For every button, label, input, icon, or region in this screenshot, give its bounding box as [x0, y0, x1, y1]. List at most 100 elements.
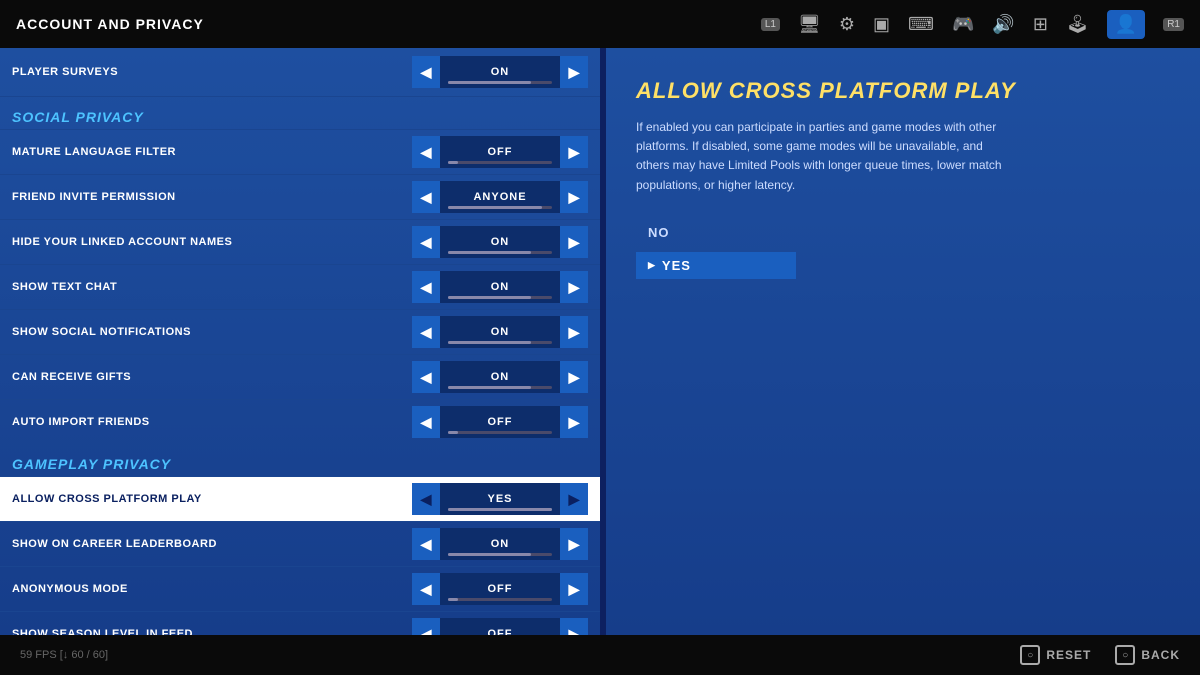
- allow-cross-platform-control[interactable]: ◀ YES ▶: [412, 483, 588, 515]
- show-social-left[interactable]: ◀: [412, 316, 440, 348]
- monitor-icon[interactable]: 🖥: [798, 14, 821, 35]
- show-social-notifications-label: SHOW SOCIAL NOTIFICATIONS: [12, 326, 412, 338]
- show-social-notifications-control[interactable]: ◀ ON ▶: [412, 316, 588, 348]
- show-text-chat-value-box: ON: [440, 271, 560, 303]
- hide-linked-accounts-row[interactable]: HIDE YOUR LINKED ACCOUNT NAMES ◀ ON ▶: [0, 219, 600, 264]
- show-social-right[interactable]: ▶: [560, 316, 588, 348]
- left-panel: PLAYER SURVEYS ◀ ON ▶ SOCIAL PRIVACY MAT…: [0, 48, 600, 635]
- player-surveys-row[interactable]: PLAYER SURVEYS ◀ ON ▶: [0, 48, 600, 97]
- r1-badge: R1: [1163, 18, 1184, 31]
- can-receive-gifts-right[interactable]: ▶: [560, 361, 588, 393]
- controller-icon[interactable]: 🎮: [952, 14, 974, 35]
- display-icon[interactable]: ▣: [873, 14, 890, 35]
- show-social-notifications-row[interactable]: SHOW SOCIAL NOTIFICATIONS ◀ ON ▶: [0, 309, 600, 354]
- anonymous-mode-row[interactable]: ANONYMOUS MODE ◀ OFF ▶: [0, 566, 600, 611]
- player-surveys-right-arrow[interactable]: ▶: [560, 56, 588, 88]
- back-icon: ○: [1115, 645, 1135, 665]
- audio-icon[interactable]: 🔊: [992, 14, 1014, 35]
- mature-language-right[interactable]: ▶: [560, 136, 588, 168]
- mature-language-filter-label: MATURE LANGUAGE FILTER: [12, 146, 412, 158]
- mature-language-value: OFF: [488, 146, 513, 158]
- gamepad-icon[interactable]: 🕹: [1066, 14, 1089, 35]
- can-receive-gifts-left[interactable]: ◀: [412, 361, 440, 393]
- show-text-chat-row[interactable]: SHOW TEXT CHAT ◀ ON ▶: [0, 264, 600, 309]
- account-icon[interactable]: 👤: [1107, 10, 1145, 39]
- hide-linked-accounts-control[interactable]: ◀ ON ▶: [412, 226, 588, 258]
- show-season-left[interactable]: ◀: [412, 618, 440, 635]
- allow-cross-right[interactable]: ▶: [560, 483, 588, 515]
- auto-import-value-box: OFF: [440, 406, 560, 438]
- can-receive-gifts-row[interactable]: CAN RECEIVE GIFTS ◀ ON ▶: [0, 354, 600, 399]
- mature-language-left[interactable]: ◀: [412, 136, 440, 168]
- show-text-chat-left[interactable]: ◀: [412, 271, 440, 303]
- auto-import-friends-row[interactable]: AUTO IMPORT FRIENDS ◀ OFF ▶: [0, 399, 600, 444]
- allow-cross-value-box: YES: [440, 483, 560, 515]
- detail-option-no[interactable]: NO: [636, 219, 796, 246]
- allow-cross-platform-play-row[interactable]: ALLOW CROSS PLATFORM PLAY ◀ YES ▶: [0, 476, 600, 521]
- auto-import-right[interactable]: ▶: [560, 406, 588, 438]
- show-career-right[interactable]: ▶: [560, 528, 588, 560]
- mature-language-filter-control[interactable]: ◀ OFF ▶: [412, 136, 588, 168]
- show-career-leaderboard-row[interactable]: SHOW ON CAREER LEADERBOARD ◀ ON ▶: [0, 521, 600, 566]
- mature-language-value-box: OFF: [440, 136, 560, 168]
- allow-cross-platform-play-label: ALLOW CROSS PLATFORM PLAY: [12, 493, 412, 505]
- anonymous-right[interactable]: ▶: [560, 573, 588, 605]
- anonymous-mode-control[interactable]: ◀ OFF ▶: [412, 573, 588, 605]
- show-career-control[interactable]: ◀ ON ▶: [412, 528, 588, 560]
- allow-cross-value: YES: [487, 493, 512, 505]
- l1-badge: L1: [761, 18, 780, 31]
- detail-option-yes[interactable]: YES: [636, 252, 796, 279]
- show-season-control[interactable]: ◀ OFF ▶: [412, 618, 588, 635]
- anonymous-mode-label: ANONYMOUS MODE: [12, 583, 412, 595]
- reset-action[interactable]: ○ RESET: [1020, 645, 1091, 665]
- show-season-value-box: OFF: [440, 618, 560, 635]
- show-social-value: ON: [491, 326, 510, 338]
- hide-linked-left[interactable]: ◀: [412, 226, 440, 258]
- player-surveys-value: ON: [491, 66, 510, 78]
- auto-import-friends-control[interactable]: ◀ OFF ▶: [412, 406, 588, 438]
- fps-info: 59 FPS [↓ 60 / 60]: [20, 649, 1020, 661]
- page-title: ACCOUNT AND PRIVACY: [16, 16, 741, 32]
- friend-invite-permission-control[interactable]: ◀ ANYONE ▶: [412, 181, 588, 213]
- auto-import-value: OFF: [488, 416, 513, 428]
- detail-options: NO YES: [636, 219, 796, 279]
- hide-linked-right[interactable]: ▶: [560, 226, 588, 258]
- friend-invite-right[interactable]: ▶: [560, 181, 588, 213]
- can-receive-gifts-value: ON: [491, 371, 510, 383]
- show-season-level-row[interactable]: SHOW SEASON LEVEL IN FEED ◀ OFF ▶: [0, 611, 600, 635]
- show-text-chat-right[interactable]: ▶: [560, 271, 588, 303]
- bottom-actions: ○ RESET ○ BACK: [1020, 645, 1180, 665]
- can-receive-gifts-control[interactable]: ◀ ON ▶: [412, 361, 588, 393]
- bottom-bar: 59 FPS [↓ 60 / 60] ○ RESET ○ BACK: [0, 635, 1200, 675]
- auto-import-left[interactable]: ◀: [412, 406, 440, 438]
- show-career-leaderboard-label: SHOW ON CAREER LEADERBOARD: [12, 538, 412, 550]
- back-action[interactable]: ○ BACK: [1115, 645, 1180, 665]
- show-season-level-label: SHOW SEASON LEVEL IN FEED: [12, 628, 412, 635]
- can-receive-gifts-value-box: ON: [440, 361, 560, 393]
- settings-icon[interactable]: ⚙: [839, 14, 855, 35]
- anonymous-value: OFF: [488, 583, 513, 595]
- mature-language-filter-row[interactable]: MATURE LANGUAGE FILTER ◀ OFF ▶: [0, 129, 600, 174]
- anonymous-left[interactable]: ◀: [412, 573, 440, 605]
- network-icon[interactable]: ⊞: [1033, 14, 1048, 35]
- anonymous-value-box: OFF: [440, 573, 560, 605]
- show-career-left[interactable]: ◀: [412, 528, 440, 560]
- detail-description: If enabled you can participate in partie…: [636, 118, 1016, 195]
- show-text-chat-control[interactable]: ◀ ON ▶: [412, 271, 588, 303]
- detail-title: ALLOW CROSS PLATFORM PLAY: [636, 78, 1170, 104]
- hide-linked-value: ON: [491, 236, 510, 248]
- player-surveys-label: PLAYER SURVEYS: [12, 66, 412, 78]
- friend-invite-value-box: ANYONE: [440, 181, 560, 213]
- show-season-right[interactable]: ▶: [560, 618, 588, 635]
- show-career-value: ON: [491, 538, 510, 550]
- player-surveys-left-arrow[interactable]: ◀: [412, 56, 440, 88]
- show-text-chat-label: SHOW TEXT CHAT: [12, 281, 412, 293]
- keyboard-icon[interactable]: ⌨: [908, 14, 934, 35]
- friend-invite-value: ANYONE: [473, 191, 526, 203]
- friend-invite-permission-row[interactable]: FRIEND INVITE PERMISSION ◀ ANYONE ▶: [0, 174, 600, 219]
- hide-linked-accounts-label: HIDE YOUR LINKED ACCOUNT NAMES: [12, 236, 412, 248]
- allow-cross-left[interactable]: ◀: [412, 483, 440, 515]
- reset-icon: ○: [1020, 645, 1040, 665]
- player-surveys-control[interactable]: ◀ ON ▶: [412, 56, 588, 88]
- friend-invite-left[interactable]: ◀: [412, 181, 440, 213]
